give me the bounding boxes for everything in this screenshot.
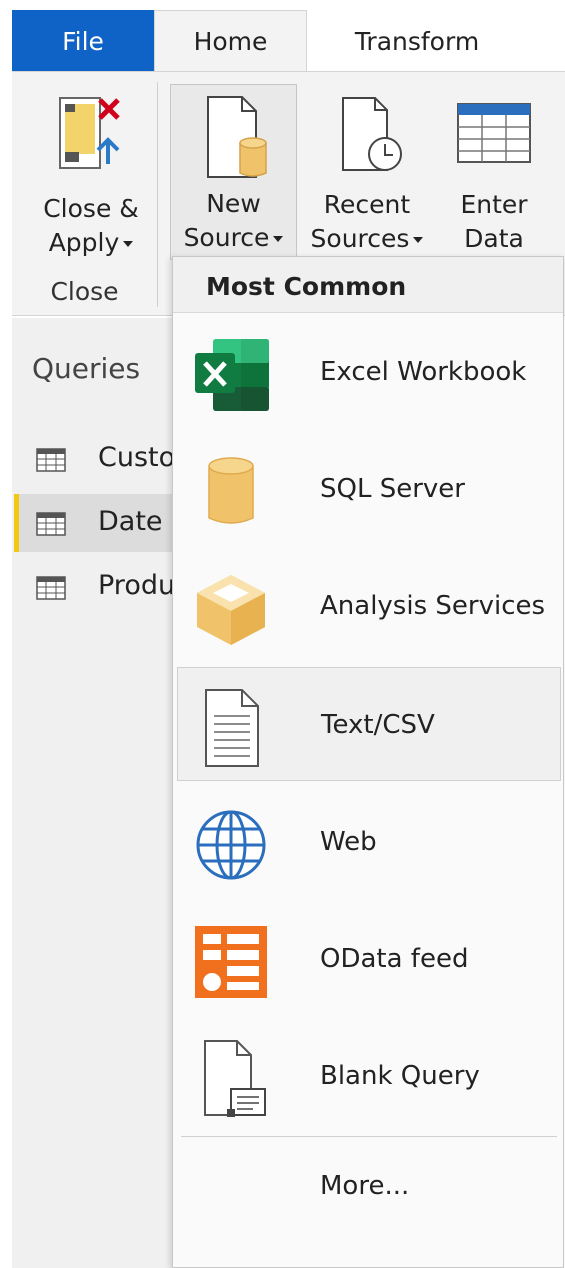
menu-item-web[interactable]: Web (177, 785, 561, 899)
close-apply-button[interactable]: Close & Apply (24, 94, 158, 260)
new-source-icon (206, 96, 267, 178)
tab-transform[interactable]: Transform (307, 10, 527, 72)
menu-item-blank-query[interactable]: Blank Query (177, 1019, 561, 1133)
menu-item-label: Web (320, 827, 377, 857)
menu-section-header: Most Common (173, 257, 563, 313)
menu-item-more[interactable]: More... (320, 1171, 409, 1201)
chevron-down-icon (273, 236, 284, 242)
new-source-menu: Most Common Excel Workbook SQL Server An… (172, 256, 564, 1268)
close-apply-icon (59, 97, 120, 169)
query-item-selected[interactable]: Date (14, 494, 184, 552)
new-source-button[interactable]: New Source (170, 84, 297, 260)
menu-item-label: Analysis Services (320, 591, 546, 621)
close-apply-label-2: Apply (49, 226, 134, 260)
tab-home[interactable]: Home (154, 10, 307, 72)
queries-title: Queries (32, 352, 141, 385)
menu-item-sql-server[interactable]: SQL Server (177, 432, 561, 546)
menu-item-excel-workbook[interactable]: Excel Workbook (177, 315, 561, 429)
chevron-down-icon (123, 241, 134, 247)
menu-item-odata-feed[interactable]: OData feed (177, 902, 561, 1016)
blank-query-icon (204, 1040, 266, 1117)
enter-data-button[interactable]: Enter Data (444, 94, 544, 256)
menu-item-label: Excel Workbook (320, 357, 527, 387)
excel-icon (195, 339, 269, 411)
menu-item-label: Text/CSV (321, 710, 435, 740)
menu-item-label: SQL Server (320, 474, 465, 504)
table-icon (36, 512, 66, 536)
query-item[interactable]: Customer (14, 430, 184, 488)
menu-item-analysis-services[interactable]: Analysis Services (177, 549, 561, 663)
table-icon (36, 576, 66, 600)
text-file-icon (205, 689, 259, 767)
ribbon-group-label-close: Close (50, 277, 119, 306)
recent-sources-label-2: Sources (311, 222, 424, 256)
menu-divider (181, 1136, 557, 1137)
close-apply-label-1: Close & (43, 194, 139, 223)
menu-item-text-csv[interactable]: Text/CSV (177, 667, 561, 781)
globe-icon (196, 810, 266, 880)
query-item-label: Date (98, 506, 163, 537)
new-source-label-1: New (206, 189, 261, 218)
chevron-down-icon (413, 237, 424, 243)
recent-sources-button[interactable]: Recent Sources (304, 94, 430, 256)
database-icon (208, 457, 254, 524)
enter-data-label-2: Data (464, 224, 524, 253)
enter-data-label-1: Enter (460, 190, 528, 219)
tab-file[interactable]: File (12, 10, 154, 72)
new-source-label-2: Source (184, 221, 284, 255)
query-item-label: Customer (98, 442, 178, 473)
menu-item-label: OData feed (320, 944, 469, 974)
menu-item-label: Blank Query (320, 1061, 480, 1091)
table-icon (457, 103, 531, 163)
ribbon-tabs: File Home Transform (0, 0, 565, 72)
recent-sources-label-1: Recent (323, 190, 411, 219)
cube-icon (197, 575, 265, 645)
recent-sources-icon (342, 97, 402, 171)
query-item[interactable]: Product (14, 558, 184, 616)
query-item-label: Product (98, 570, 178, 601)
table-icon (36, 448, 66, 472)
odata-icon (195, 926, 267, 998)
